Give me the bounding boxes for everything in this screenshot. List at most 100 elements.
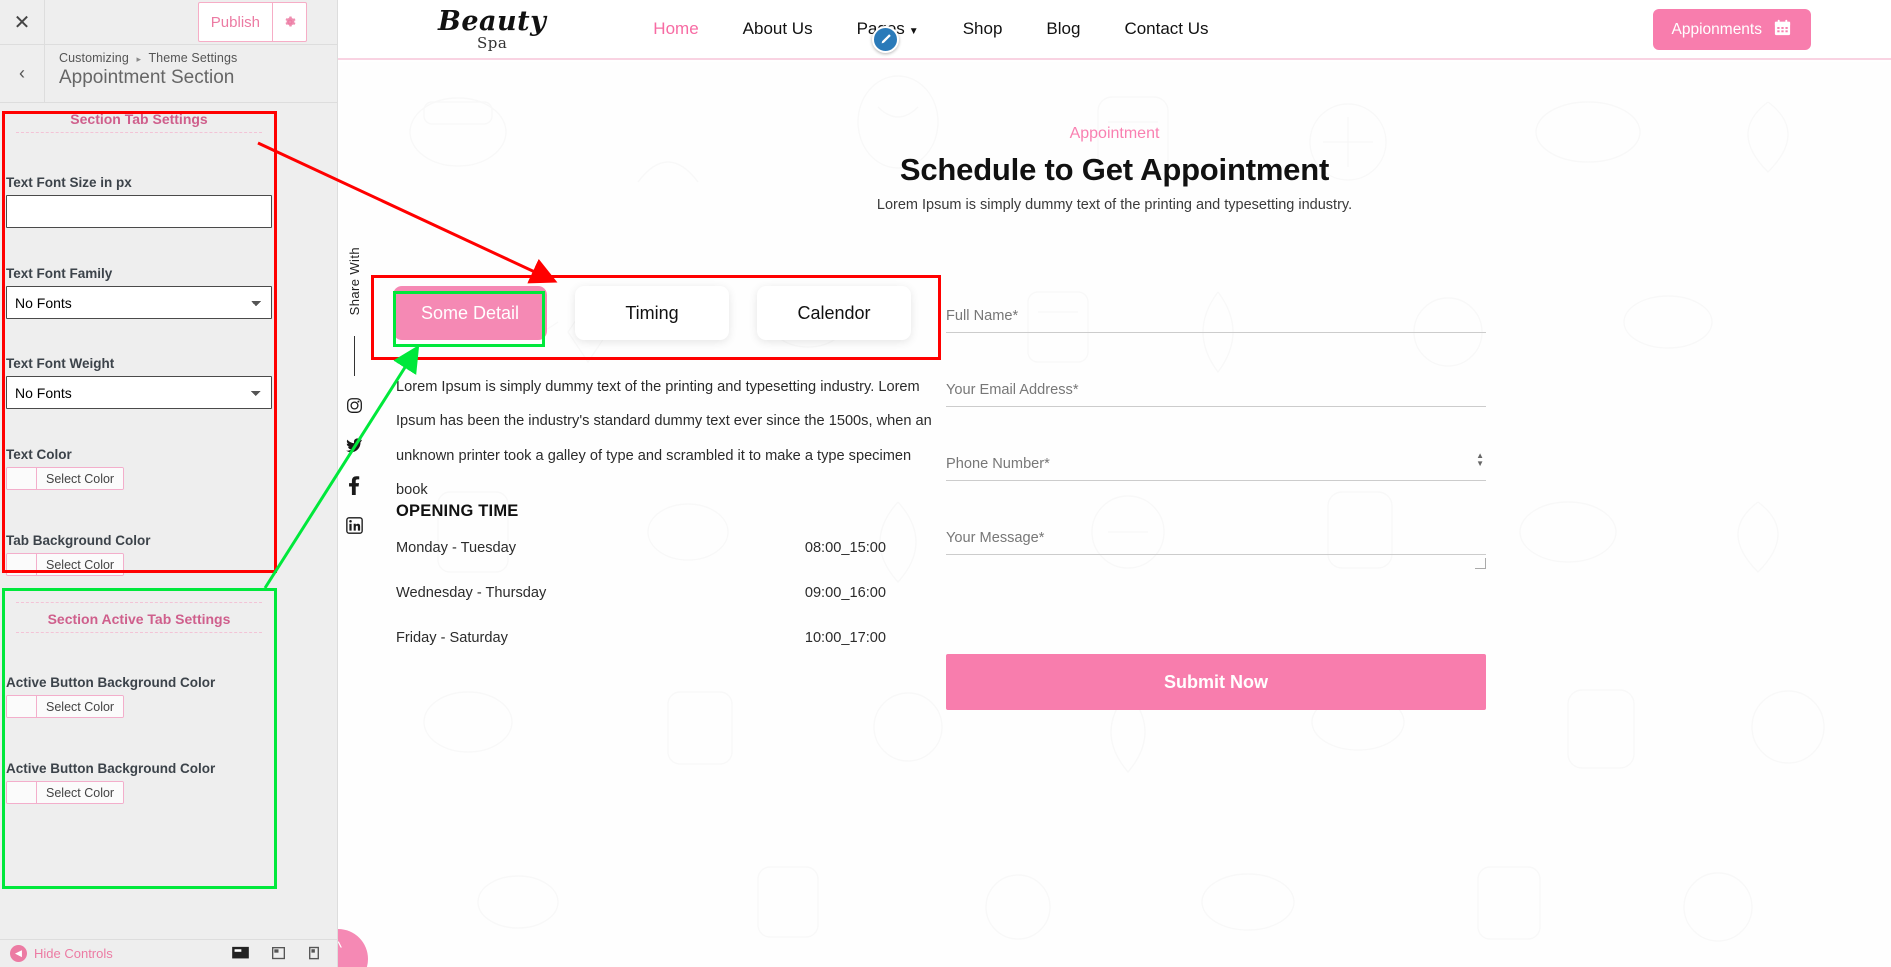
tab-calendor[interactable]: Calendor: [757, 286, 911, 340]
breadcrumb-parent[interactable]: Theme Settings: [148, 51, 237, 65]
phone-field[interactable]: Phone Number* ▲ ▼: [946, 452, 1486, 481]
facebook-icon[interactable]: [348, 476, 360, 500]
table-row: Friday - Saturday 10:00_17:00: [396, 630, 886, 646]
opening-hours: 10:00_17:00: [804, 630, 886, 646]
field-active-button-background-color-1: Active Button Background Color Select Co…: [0, 675, 278, 722]
section-tab-settings-panel: Section Tab Settings Text Font Size in p…: [0, 103, 278, 580]
hide-controls-button[interactable]: ◀ Hide Controls: [0, 945, 113, 962]
desktop-preview-icon[interactable]: [232, 946, 249, 961]
back-button[interactable]: ‹: [0, 45, 45, 102]
instagram-icon[interactable]: [346, 397, 363, 419]
appointment-section: Share With Appointment Schedule to Get A…: [338, 62, 1891, 967]
table-row: Monday - Tuesday 08:00_15:00: [396, 540, 886, 556]
input-underline: [946, 480, 1486, 481]
calendar-icon: [1773, 18, 1792, 42]
customizer-footer: ◀ Hide Controls: [0, 939, 337, 967]
opening-hours: 09:00_16:00: [804, 585, 886, 601]
input-underline: [946, 554, 1486, 555]
mobile-preview-icon[interactable]: [308, 946, 320, 961]
field-label: Active Button Background Color: [6, 761, 216, 776]
field-text-font-family: Text Font Family No Fonts: [0, 266, 278, 319]
header-appointments-label: Appionments: [1671, 20, 1762, 38]
field-text-color: Text Color Select Color: [0, 447, 278, 494]
nav-item-home[interactable]: Home: [653, 19, 698, 39]
close-customizer-button[interactable]: ✕: [0, 0, 45, 44]
field-active-button-background-color-2: Active Button Background Color Select Co…: [0, 761, 278, 808]
full-name-field[interactable]: Full Name*: [946, 308, 1486, 333]
linkedin-icon[interactable]: [345, 517, 363, 539]
color-swatch[interactable]: [7, 468, 37, 489]
select-color-button[interactable]: Select Color: [37, 696, 124, 717]
section-active-tab-settings-title: Section Active Tab Settings: [47, 611, 231, 627]
color-swatch[interactable]: [7, 782, 37, 803]
field-label: Tab Background Color: [6, 533, 151, 548]
table-row: Wednesday - Thursday 09:00_16:00: [396, 585, 886, 601]
field-label: Active Button Background Color: [6, 675, 216, 690]
nav-item-about-us[interactable]: About Us: [743, 19, 813, 39]
active-button-background-color-picker-1[interactable]: Select Color: [6, 695, 125, 718]
tab-timing[interactable]: Timing: [575, 286, 729, 340]
full-name-placeholder: Full Name*: [946, 308, 1019, 324]
message-field[interactable]: Your Message*: [946, 530, 1486, 569]
header-appointments-button[interactable]: Appionments: [1652, 9, 1811, 50]
site-preview-frame: Beauty Spa Home About Us Pages▼ Shop Blo…: [338, 0, 1891, 967]
tab-label: Timing: [625, 302, 679, 323]
phone-placeholder: Phone Number*: [946, 456, 1050, 472]
page-title: Appointment Section: [59, 67, 235, 88]
email-field[interactable]: Your Email Address*: [946, 382, 1486, 407]
text-color-picker[interactable]: Select Color: [6, 467, 125, 490]
twitter-icon[interactable]: [345, 436, 363, 459]
input-underline: [946, 406, 1486, 407]
gear-icon[interactable]: [273, 2, 307, 42]
textarea-resize-handle[interactable]: [1475, 558, 1486, 569]
nav-item-shop[interactable]: Shop: [963, 19, 1003, 39]
chevron-left-icon: ‹: [19, 63, 25, 83]
publish-button[interactable]: Publish: [197, 2, 273, 42]
opening-time-table: Monday - Tuesday 08:00_15:00 Wednesday -…: [396, 540, 886, 675]
nav-label: Shop: [962, 19, 1003, 38]
section-eyebrow: Appointment: [1069, 125, 1160, 142]
customizer-sidebar: ✕ Publish ‹ Customizing ▸ Theme Settings…: [0, 0, 338, 967]
divider: [353, 336, 355, 377]
device-preview-group: [232, 946, 337, 961]
tablet-preview-icon[interactable]: [271, 946, 286, 961]
active-button-background-color-picker-2[interactable]: Select Color: [6, 781, 125, 804]
color-swatch[interactable]: [7, 696, 37, 717]
input-underline: [946, 332, 1486, 333]
tab-panel-paragraph: Lorem Ipsum is simply dummy text of the …: [396, 379, 932, 498]
edit-pencil-icon[interactable]: [872, 26, 899, 53]
nav-label: Home: [653, 19, 699, 38]
select-color-button[interactable]: Select Color: [37, 554, 124, 575]
field-label: Text Color: [6, 447, 72, 462]
tab-background-color-picker[interactable]: Select Color: [6, 553, 125, 576]
opening-hours: 08:00_15:00: [804, 540, 886, 556]
nav-label: Blog: [1046, 19, 1081, 38]
email-placeholder: Your Email Address*: [946, 382, 1079, 398]
field-tab-background-color: Tab Background Color Select Color: [0, 533, 278, 580]
submit-label: Submit Now: [1164, 671, 1268, 692]
field-text-font-weight: Text Font Weight No Fonts: [0, 356, 278, 409]
text-font-family-select[interactable]: No Fonts: [6, 286, 272, 319]
site-logo[interactable]: Beauty Spa: [438, 8, 546, 51]
opening-days: Wednesday - Thursday: [396, 585, 547, 601]
select-color-button[interactable]: Select Color: [37, 782, 124, 803]
field-label: Text Font Family: [6, 266, 113, 281]
color-swatch[interactable]: [7, 554, 37, 575]
number-stepper-icon[interactable]: ▲ ▼: [1476, 452, 1484, 467]
text-font-weight-select[interactable]: No Fonts: [6, 376, 272, 409]
nav-item-blog[interactable]: Blog: [1046, 19, 1080, 39]
chevron-down-icon: ▼: [908, 26, 919, 37]
logo-line-1: Beauty: [438, 5, 547, 37]
tab-some-detail[interactable]: Some Detail: [393, 286, 547, 340]
text-font-size-input[interactable]: [6, 195, 272, 228]
section-subheading: Lorem Ipsum is simply dummy text of the …: [876, 197, 1353, 213]
logo-line-2: Spa: [476, 33, 508, 52]
customizer-topbar: ✕ Publish: [0, 0, 337, 45]
breadcrumb-root[interactable]: Customizing: [59, 51, 129, 65]
nav-label: Contact Us: [1124, 19, 1209, 38]
select-color-button[interactable]: Select Color: [37, 468, 124, 489]
nav-item-contact-us[interactable]: Contact Us: [1124, 19, 1208, 39]
section-heading: Schedule to Get Appointment: [899, 152, 1330, 187]
collapse-icon: ◀: [10, 945, 27, 962]
submit-now-button[interactable]: Submit Now: [946, 654, 1486, 710]
